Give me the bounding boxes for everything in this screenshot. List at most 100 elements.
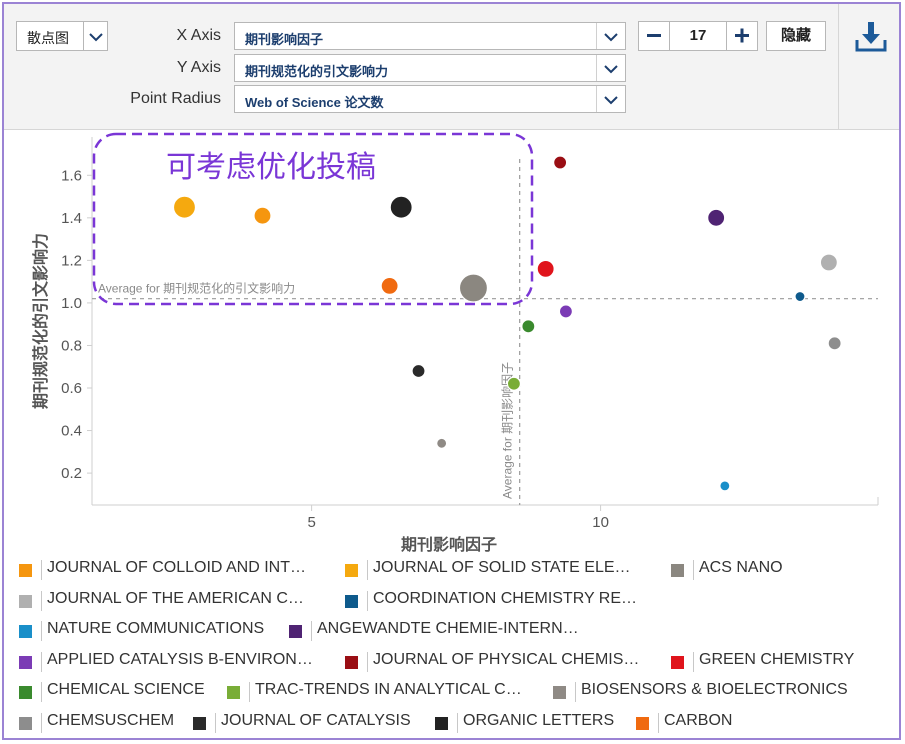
- data-point[interactable]: [521, 319, 536, 334]
- legend-divider: [215, 712, 216, 733]
- increment-button[interactable]: [727, 22, 757, 50]
- data-point[interactable]: [827, 336, 842, 351]
- legend-swatch: [345, 594, 358, 608]
- legend-label: COORDINATION CHEMISTRY RE…: [373, 589, 638, 607]
- legend-label: JOURNAL OF COLLOID AND INT…: [47, 559, 306, 576]
- count-stepper: 17: [638, 21, 758, 51]
- y-axis-select[interactable]: 期刊规范化的引文影响力: [234, 54, 626, 82]
- y-axis-label: Y Axis: [176, 59, 221, 76]
- count-value[interactable]: 17: [669, 27, 727, 44]
- legend-swatch: [19, 625, 32, 638]
- legend-divider: [249, 682, 250, 702]
- data-point[interactable]: [411, 363, 426, 379]
- chart-type-dropdown[interactable]: 散点图: [16, 21, 108, 51]
- legend-label: NATURE COMMUNICATIONS: [47, 620, 265, 637]
- point-radius-value: Web of Science 论文数: [245, 95, 384, 110]
- y-tick-label: 1.0: [61, 295, 82, 312]
- data-point[interactable]: [436, 437, 448, 449]
- decrement-button[interactable]: [639, 22, 669, 50]
- data-point[interactable]: [536, 259, 555, 278]
- legend-divider: [41, 621, 42, 641]
- chart-type-divider: [83, 22, 84, 50]
- legend-label: BIOSENSORS & BIOELECTRONICS: [581, 681, 848, 698]
- data-point[interactable]: [380, 276, 399, 296]
- scatter-chart: 0.2 0.4 0.6 0.8 1.0 1.2 1.4 1.6 5 10 期刊影响因子 期刊规范化的引…: [31, 132, 879, 554]
- legend-divider: [41, 651, 42, 672]
- legend-swatch: [671, 655, 684, 669]
- data-point[interactable]: [253, 206, 272, 225]
- legend-divider: [658, 712, 659, 733]
- data-point[interactable]: [506, 376, 521, 391]
- x-tick-label: 5: [307, 514, 315, 531]
- legend-label: ANGEWANDTE CHEMIE-INTERN…: [317, 620, 579, 637]
- point-radius-select-divider: [596, 86, 597, 112]
- chart-panel: 散点图 X Axis Y Axis Point Radius 期刊影响因子 期刊…: [2, 2, 901, 740]
- chevron-down-icon: [89, 33, 103, 42]
- y-tick-label: 1.4: [61, 210, 82, 227]
- legend-label: CARBON: [664, 711, 733, 729]
- x-tick-label: 10: [592, 514, 609, 531]
- legend-divider: [693, 560, 694, 580]
- legend-divider: [311, 621, 312, 641]
- legend-swatch: [289, 625, 302, 638]
- y-axis-value: 期刊规范化的引文影响力: [245, 64, 389, 79]
- y-tick-label: 1.2: [61, 252, 82, 269]
- download-icon[interactable]: [853, 18, 889, 54]
- avg-y-label: Average for 期刊规范化的引文影响力: [98, 281, 295, 296]
- legend-divider: [367, 590, 368, 611]
- legend-divider: [457, 712, 458, 733]
- legend-divider: [693, 651, 694, 672]
- minus-icon: [647, 34, 661, 37]
- legend-swatch: [636, 716, 649, 730]
- legend-divider: [41, 560, 42, 580]
- point-radius-select[interactable]: Web of Science 论文数: [234, 85, 626, 113]
- x-axis-value: 期刊影响因子: [245, 32, 324, 47]
- legend-label: TRAC-TRENDS IN ANALYTICAL C…: [255, 681, 522, 698]
- legend-swatch: [345, 564, 358, 577]
- data-point[interactable]: [553, 155, 568, 170]
- y-tick-label: 0.2: [61, 465, 82, 482]
- legend-swatch: [435, 716, 448, 730]
- data-point[interactable]: [558, 304, 574, 319]
- legend-swatch: [227, 686, 240, 699]
- legend-label: ORGANIC LETTERS: [463, 711, 615, 729]
- data-point[interactable]: [172, 195, 197, 219]
- legend-divider: [575, 682, 576, 702]
- legend-label: GREEN CHEMISTRY: [699, 650, 855, 668]
- legend-label: JOURNAL OF THE AMERICAN C…: [47, 589, 304, 607]
- chevron-down-icon: [604, 96, 618, 105]
- data-point[interactable]: [819, 253, 838, 272]
- legend-divider: [367, 651, 368, 672]
- x-axis-select[interactable]: 期刊影响因子: [234, 22, 626, 50]
- x-axis-label: X Axis: [176, 27, 221, 44]
- data-point[interactable]: [389, 195, 413, 219]
- legend-swatch: [19, 686, 32, 699]
- y-tick-label: 0.8: [61, 337, 82, 354]
- legend-divider: [41, 682, 42, 702]
- legend-swatch: [19, 594, 32, 608]
- chart-type-label: 散点图: [27, 30, 69, 46]
- legend-swatch: [345, 655, 358, 669]
- y-tick-label: 0.6: [61, 380, 82, 397]
- chevron-down-icon: [604, 33, 618, 42]
- y-tick-label: 0.4: [61, 423, 82, 440]
- legend-label: JOURNAL OF SOLID STATE ELE…: [373, 559, 631, 576]
- legend-divider: [367, 560, 368, 580]
- hide-button[interactable]: 隐藏: [766, 21, 826, 51]
- legend-divider: [41, 590, 42, 611]
- data-point[interactable]: [707, 208, 726, 227]
- legend-divider: [41, 712, 42, 733]
- data-point[interactable]: [719, 480, 731, 492]
- legend-label: APPLIED CATALYSIS B-ENVIRON…: [47, 650, 313, 668]
- data-point[interactable]: [794, 290, 806, 303]
- legend-swatch: [553, 686, 566, 699]
- y-axis-title: 期刊规范化的引文影响力: [31, 233, 50, 409]
- legend-swatch: [19, 716, 32, 730]
- legend-swatch: [19, 564, 32, 577]
- legend-label: ACS NANO: [699, 559, 783, 576]
- chart-toolbar: 散点图 X Axis Y Axis Point Radius 期刊影响因子 期刊…: [4, 4, 899, 130]
- legend-swatch: [19, 655, 32, 669]
- legend-label: JOURNAL OF CATALYSIS: [221, 711, 411, 729]
- legend-label: JOURNAL OF PHYSICAL CHEMIS…: [373, 650, 640, 668]
- data-point[interactable]: [458, 273, 489, 303]
